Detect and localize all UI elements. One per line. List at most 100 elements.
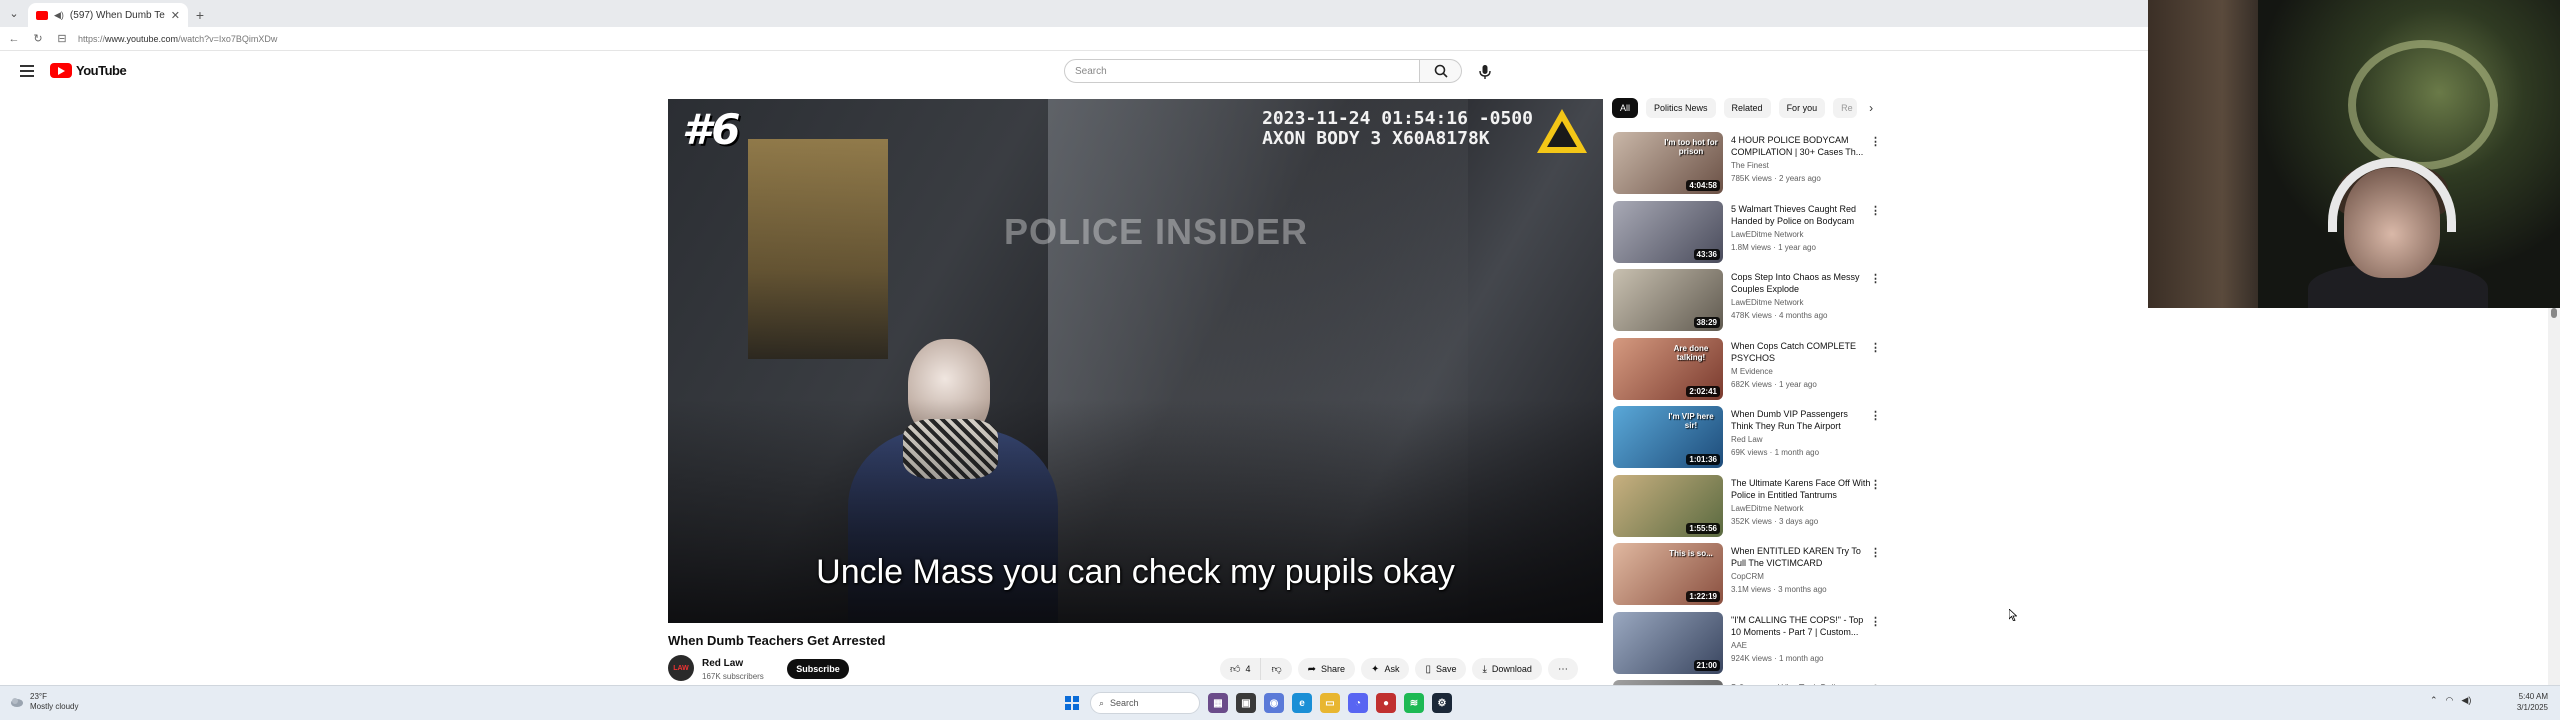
cloud-icon: [11, 698, 23, 707]
more-vertical-icon[interactable]: ⋮: [1870, 135, 1881, 148]
axon-logo-icon: [1537, 109, 1587, 153]
share-icon: ➦: [1307, 663, 1317, 675]
recommendation-item[interactable]: 38:29 Cops Step Into Chaos as Messy Coupl…: [1613, 269, 1883, 338]
thumbnail-text: Are done talking!: [1673, 343, 1709, 362]
recommendation-channel[interactable]: The Finest: [1731, 161, 1769, 170]
voice-search-button[interactable]: [1472, 59, 1498, 85]
youtube-logo[interactable]: YouTube: [50, 63, 127, 78]
task-view-icon[interactable]: ▦: [1208, 693, 1228, 713]
channel-avatar[interactable]: LAW: [668, 655, 694, 681]
recommendation-channel[interactable]: LawEDitme Network: [1731, 504, 1803, 513]
recommendation-thumbnail[interactable]: Are done talking! 2:02:41: [1613, 337, 1723, 400]
like-button[interactable]: 👍︎ 4: [1220, 658, 1262, 680]
recommendation-title[interactable]: When Cops Catch COMPLETE PSYCHOS: [1731, 340, 1871, 364]
tab-list-icon[interactable]: ⌄: [0, 0, 28, 27]
recommendation-title[interactable]: The Ultimate Karens Face Off With Police…: [1731, 477, 1871, 501]
share-button[interactable]: ➦ Share: [1297, 658, 1356, 680]
recommendation-channel[interactable]: Red Law: [1731, 435, 1763, 444]
tray-chevron-icon[interactable]: ⌃: [2430, 695, 2438, 706]
more-vertical-icon[interactable]: ⋮: [1870, 478, 1881, 491]
more-vertical-icon[interactable]: ⋮: [1870, 272, 1881, 285]
more-vertical-icon[interactable]: ⋮: [1870, 615, 1881, 628]
more-vertical-icon[interactable]: ⋮: [1870, 546, 1881, 559]
chip-related[interactable]: Related: [1723, 98, 1771, 118]
file-explorer-icon[interactable]: ▭: [1320, 693, 1340, 713]
recommendation-item[interactable]: This is so... 1:22:19 When ENTITLED KAREN …: [1613, 543, 1883, 612]
microphone-icon: [1479, 65, 1491, 79]
recommendation-channel[interactable]: AAE: [1731, 641, 1747, 650]
recommendation-title[interactable]: 4 HOUR POLICE BODYCAM COMPILATION | 30+ …: [1731, 134, 1871, 158]
ask-button[interactable]: ✦ Ask: [1361, 658, 1410, 680]
recommendation-thumbnail[interactable]: 1:55:56: [1613, 474, 1723, 537]
url-field[interactable]: https://www.youtube.com/watch?v=Ixo7BQim…: [78, 34, 277, 44]
more-vertical-icon[interactable]: ⋮: [1870, 204, 1881, 217]
channel-name[interactable]: Red Law: [702, 658, 743, 669]
recommendation-thumbnail[interactable]: 43:36: [1613, 200, 1723, 263]
recommendation-item[interactable]: 1:55:56 The Ultimate Karens Face Off With…: [1613, 474, 1883, 544]
new-tab-icon[interactable]: +: [188, 3, 212, 27]
recommendation-item[interactable]: I'm VIP here sir! 1:01:36 When Dumb VIP Pa…: [1613, 406, 1883, 475]
video-duration: 1:22:19: [1686, 591, 1720, 602]
search-icon: ⌕: [1099, 697, 1105, 708]
taskbar-search[interactable]: ⌕ Search: [1090, 692, 1200, 714]
windows-start-icon[interactable]: [1062, 693, 1082, 713]
widgets-icon[interactable]: ▣: [1236, 693, 1256, 713]
recommendation-channel[interactable]: LawEDitme Network: [1731, 298, 1803, 307]
download-button[interactable]: ⤓ Download: [1472, 658, 1542, 680]
browser-tab-active[interactable]: ◀) (597) When Dumb Teachers Get Arrested…: [28, 3, 188, 27]
page-scrollbar[interactable]: [2548, 308, 2560, 685]
recommendation-channel[interactable]: LawEDitme Network: [1731, 230, 1803, 239]
recommendation-title[interactable]: Cops Step Into Chaos as Messy Couples Ex…: [1731, 271, 1871, 295]
spotify-icon[interactable]: ≋: [1404, 693, 1424, 713]
edge-icon[interactable]: e: [1292, 693, 1312, 713]
recommendation-channel[interactable]: CopCRM: [1731, 572, 1764, 581]
recommendation-item[interactable]: 43:36 5 Walmart Thieves Caught Red Handed…: [1613, 200, 1883, 270]
chevron-right-icon[interactable]: ›: [1869, 101, 1873, 115]
chip-politics-news[interactable]: Politics News: [1646, 98, 1716, 118]
search-button[interactable]: [1420, 59, 1462, 83]
discord-icon[interactable]: ◔: [1348, 693, 1368, 713]
recommendation-title[interactable]: When Dumb VIP Passengers Think They Run …: [1731, 408, 1871, 432]
chip-recently-uploaded[interactable]: Re: [1833, 98, 1858, 118]
menu-icon[interactable]: [20, 65, 34, 80]
recommendation-thumbnail[interactable]: 21:00: [1613, 611, 1723, 674]
dislike-button[interactable]: 👎︎: [1261, 658, 1292, 680]
taskbar-clock[interactable]: 5:40 AM 3/1/2025: [2508, 691, 2548, 713]
recommendation-thumbnail[interactable]: I'm VIP here sir! 1:01:36: [1613, 406, 1723, 468]
more-horizontal-icon: ⋯: [1557, 663, 1568, 675]
chip-all[interactable]: All: [1612, 98, 1639, 118]
recommendation-title[interactable]: 5 Walmart Thieves Caught Red Handed by P…: [1731, 203, 1871, 227]
thumbnail-text: I'm too hot for prison: [1664, 138, 1718, 156]
more-actions-button[interactable]: ⋯: [1547, 658, 1578, 680]
search-input[interactable]: Search: [1064, 59, 1420, 83]
recommendation-thumbnail[interactable]: 38:29: [1613, 269, 1723, 331]
recommendation-title[interactable]: "I'M CALLING THE COPS!" - Top 10 Moments…: [1731, 614, 1871, 638]
recommendation-title[interactable]: When ENTITLED KAREN Try To Pull The VICT…: [1731, 545, 1871, 569]
weather-widget[interactable]: 23°F Mostly cloudy: [10, 692, 78, 712]
steam-icon[interactable]: ⚙: [1432, 693, 1452, 713]
obs-icon[interactable]: ●: [1376, 693, 1396, 713]
recommendation-thumbnail[interactable]: I'm too hot for prison 4:04:58: [1613, 132, 1723, 194]
reload-icon[interactable]: ↻: [30, 32, 46, 45]
more-vertical-icon[interactable]: ⋮: [1870, 409, 1881, 422]
video-player[interactable]: #6 2023-11-24 01:54:16 -0500 AXON BODY 3…: [668, 99, 1603, 623]
back-arrow-icon[interactable]: ←: [6, 33, 22, 45]
recommendation-item[interactable]: 21:00 "I'M CALLING THE COPS!" - Top 10 Mo…: [1613, 611, 1883, 681]
video-actions: 👍︎ 4 👎︎ ➦ Share ✦ Ask ▯ Save ⤓ Download ⋯: [1220, 658, 1578, 680]
volume-icon[interactable]: ◀): [2461, 695, 2471, 706]
speaker-icon[interactable]: ◀): [54, 10, 64, 21]
close-tab-icon[interactable]: ✕: [171, 9, 180, 22]
recommendation-item[interactable]: I'm too hot for prison 4:04:58 4 HOUR POLI…: [1613, 132, 1883, 201]
copilot-icon[interactable]: ◉: [1264, 693, 1284, 713]
recommendation-thumbnail[interactable]: This is so... 1:22:19: [1613, 543, 1723, 605]
save-button[interactable]: ▯ Save: [1415, 658, 1467, 680]
more-vertical-icon[interactable]: ⋮: [1870, 341, 1881, 354]
site-info-icon[interactable]: ⊟: [54, 32, 70, 45]
video-duration: 43:36: [1693, 248, 1720, 260]
recommendation-meta: 682K views · 1 year ago: [1731, 379, 1817, 389]
recommendation-channel[interactable]: M Evidence: [1731, 367, 1773, 376]
network-icon[interactable]: ◠: [2446, 695, 2454, 706]
subscribe-button[interactable]: Subscribe: [787, 659, 849, 679]
recommendation-item[interactable]: Are done talking! 2:02:41 When Cops Catch …: [1613, 337, 1883, 407]
chip-for-you[interactable]: For you: [1778, 98, 1826, 118]
